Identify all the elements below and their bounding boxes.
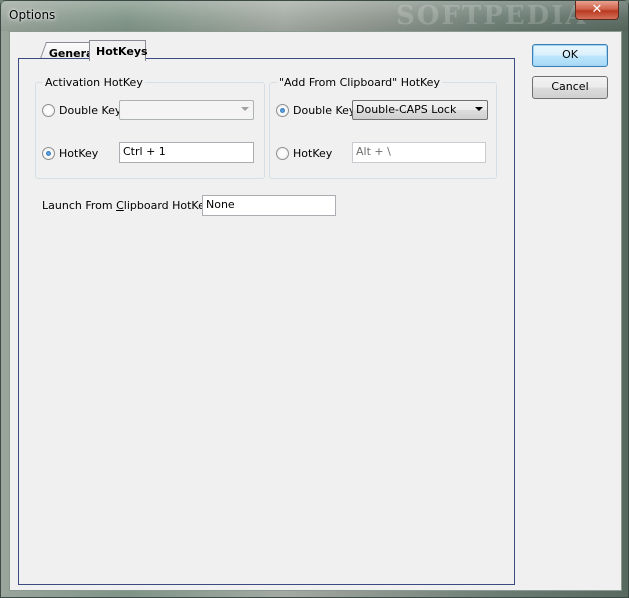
clipboard-hotkey-value: Alt + \ [356,145,391,158]
activation-hotkey-value: Ctrl + 1 [123,145,166,158]
launch-hotkey-field[interactable]: None [202,195,336,216]
title-bar[interactable]: Options SOFTPEDIA ✕ [1,1,628,31]
options-window: Options SOFTPEDIA ✕ General HotKeys Acti… [0,0,629,598]
launch-hotkey-label-accelerator: C [116,199,124,212]
activation-double-key-select[interactable] [119,100,254,120]
hotkeys-panel: Activation HotKey Double Key HotKey Ctrl… [18,58,515,585]
clipboard-double-key-value: Double-CAPS Lock [356,103,457,116]
activation-double-key-option[interactable]: Double Key [42,104,121,117]
chevron-down-icon [475,107,483,111]
activation-hotkey-option[interactable]: HotKey [42,147,98,160]
launch-hotkey-value: None [206,198,235,211]
clipboard-hotkey-option[interactable]: HotKey [276,147,332,160]
activation-hotkey-label: HotKey [59,147,99,160]
clipboard-hotkey-group-label: "Add From Clipboard" HotKey [277,76,442,89]
launch-hotkey-label-prefix: Launch From [42,199,117,212]
activation-hotkey-radio[interactable] [42,147,55,160]
close-button[interactable]: ✕ [575,1,619,20]
dialog-client-area: General HotKeys Activation HotKey Double… [9,31,622,591]
cancel-button[interactable]: Cancel [532,76,608,99]
activation-hotkey-group-label: Activation HotKey [43,76,145,89]
launch-hotkey-label-suffix: lipboard HotKey [123,199,212,212]
clipboard-double-key-radio[interactable] [276,104,289,117]
chevron-down-icon [241,107,249,111]
clipboard-double-key-label: Double Key [293,104,356,117]
tab-hotkeys[interactable]: HotKeys [89,40,148,61]
activation-hotkey-group [35,82,265,179]
ok-button-label: OK [562,48,578,61]
ok-button[interactable]: OK [532,44,608,67]
clipboard-double-key-select[interactable]: Double-CAPS Lock [352,100,488,120]
clipboard-hotkey-radio[interactable] [276,147,289,160]
activation-hotkey-field[interactable]: Ctrl + 1 [119,142,254,163]
clipboard-double-key-option[interactable]: Double Key [276,104,355,117]
close-icon: ✕ [591,2,603,17]
clipboard-hotkey-label: HotKey [293,147,333,160]
activation-double-key-label: Double Key [59,104,122,117]
softpedia-watermark: SOFTPEDIA [396,1,588,31]
cancel-button-label: Cancel [551,80,589,93]
launch-hotkey-label: Launch From Clipboard HotKey [42,199,211,212]
activation-double-key-radio[interactable] [42,104,55,117]
tab-hotkeys-label: HotKeys [96,45,148,58]
clipboard-hotkey-group [269,82,497,179]
clipboard-hotkey-field[interactable]: Alt + \ [352,142,486,163]
window-title: Options [9,8,56,22]
